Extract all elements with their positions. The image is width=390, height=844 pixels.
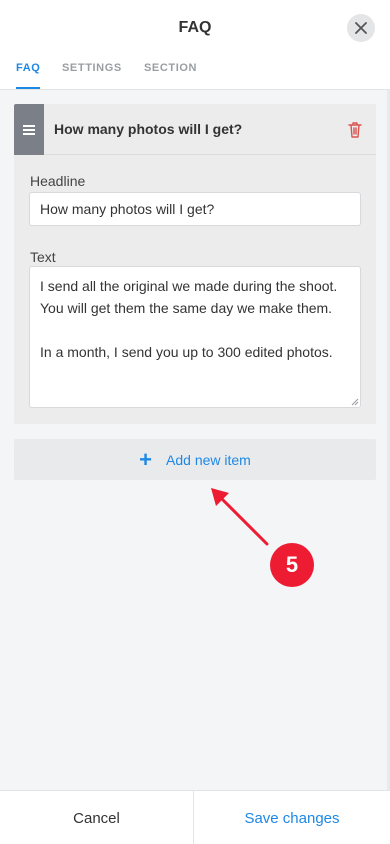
add-new-item-label: Add new item — [166, 451, 251, 468]
plus-icon: + — [139, 446, 153, 472]
add-new-item-button[interactable]: + Add new item — [14, 439, 376, 480]
modal-header: FAQ — [0, 0, 390, 56]
text-label: Text — [30, 249, 56, 265]
close-button[interactable] — [347, 14, 375, 42]
tab-faq[interactable]: FAQ — [16, 62, 41, 89]
delete-icon[interactable] — [347, 121, 363, 139]
drag-handle-icon — [23, 124, 35, 135]
tab-section[interactable]: SECTION — [144, 62, 197, 89]
close-icon — [355, 22, 367, 34]
headline-input[interactable] — [29, 192, 361, 226]
tab-settings[interactable]: SETTINGS — [62, 62, 122, 89]
step-number-badge: 5 — [270, 543, 314, 587]
annotation-arrow-icon — [211, 488, 269, 546]
text-field[interactable]: I send all the original we made during t… — [29, 266, 361, 408]
page-title: FAQ — [178, 19, 212, 36]
drag-handle[interactable] — [14, 104, 44, 155]
footer-bar: Cancel Save changes — [0, 790, 390, 844]
resize-handle-icon[interactable] — [351, 398, 359, 406]
tab-bar: FAQ SETTINGS SECTION — [0, 56, 390, 90]
headline-label: Headline — [30, 173, 86, 189]
cancel-button[interactable]: Cancel — [0, 791, 194, 844]
faq-item-title: How many photos will I get? — [54, 121, 243, 137]
faq-item-header[interactable]: How many photos will I get? — [14, 104, 376, 155]
save-changes-button[interactable]: Save changes — [194, 791, 390, 844]
